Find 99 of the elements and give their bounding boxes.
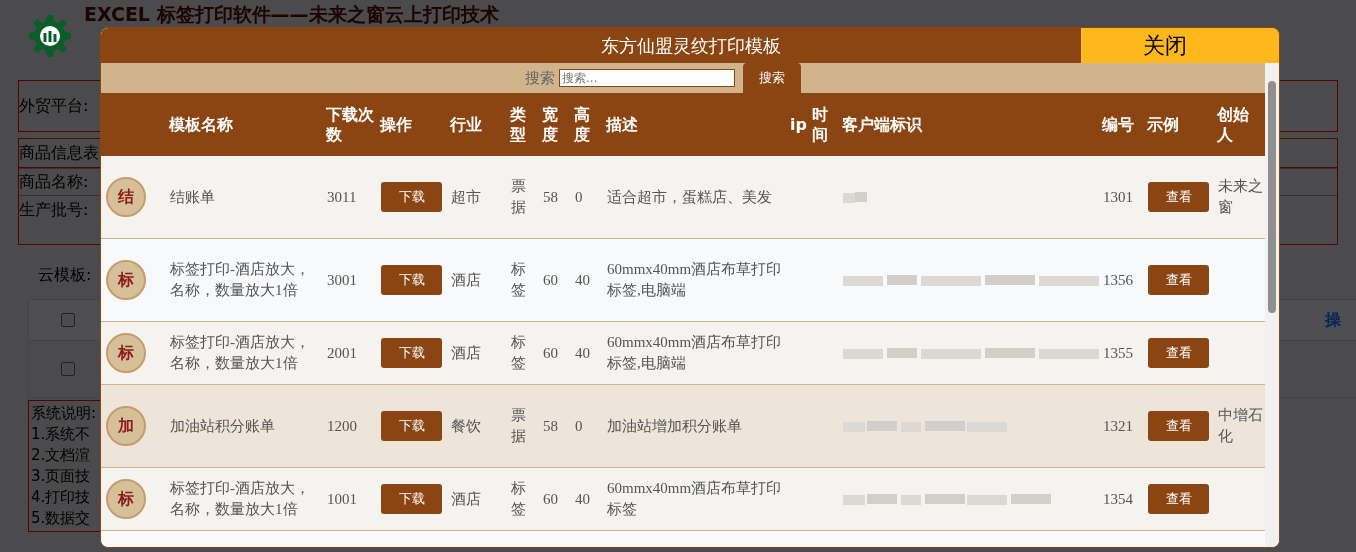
table-cell-text: 2001 (327, 343, 357, 363)
cloud-label: 云模板: (38, 265, 92, 286)
scrollbar-thumb[interactable] (1268, 81, 1276, 313)
table-cell-text: 40 (575, 489, 590, 509)
note-line: 2.文档渲 (31, 445, 91, 466)
table-cell-text: 60mmx40mm酒店布草打印标签,电脑端 (607, 333, 783, 373)
table-cell-text: 1354 (1103, 489, 1133, 509)
table-row[interactable]: 标 标签打印-酒店放大，名称，数量放大1倍 3001 下载 酒店 标签 60 40 60mmx40mm酒店布草打印标签,电脑端 1356 查看 (101, 238, 1265, 322)
column-header: 类型 (510, 104, 527, 145)
checkbox[interactable] (61, 362, 75, 376)
table-cell-text: 票据 (511, 177, 527, 217)
table-cell-text: 标签 (511, 260, 527, 300)
table-cell-text: 餐饮 (451, 416, 481, 436)
table-cell-text: 标签 (511, 333, 527, 373)
download-button[interactable]: 下载 (381, 338, 442, 368)
letter-badge: 结 (106, 177, 146, 217)
table-cell-text: 1355 (1103, 343, 1133, 363)
table-cell-text: 标签打印-酒店放大，名称，数量放大1倍 (170, 260, 311, 300)
scrollbar[interactable] (1265, 63, 1279, 547)
table-cell-text: 3011 (327, 187, 357, 207)
column-header: 操作 (380, 114, 412, 135)
column-header: 描述 (606, 114, 638, 135)
form-label: 外贸平台: (19, 95, 89, 117)
view-button[interactable]: 查看 (1148, 484, 1209, 514)
table-cell-text: 1356 (1103, 270, 1133, 290)
table-cell-text: 加油站增加积分账单 (607, 416, 742, 436)
column-header: 编号 (1102, 114, 1134, 135)
column-header: 宽度 (542, 104, 559, 145)
table-cell-text: 3001 (327, 270, 357, 290)
table-cell-text: 58 (543, 416, 558, 436)
table-cell-text: 结账单 (170, 187, 215, 207)
column-header: 时间 (812, 104, 829, 145)
download-button[interactable]: 下载 (381, 484, 442, 514)
search-label: 搜索 (525, 68, 555, 88)
table-cell-text: 酒店 (451, 270, 481, 290)
column-header: 创始人 (1217, 104, 1250, 145)
table-cell-text: 1001 (327, 489, 357, 509)
table-cell-text: 58 (543, 187, 558, 207)
column-header: 高度 (574, 104, 591, 145)
table-cell-text: 40 (575, 343, 590, 363)
table-cell-text: 超市 (451, 187, 481, 207)
table-cell-text: 酒店 (451, 343, 481, 363)
table-row[interactable]: 标 标签打印-酒店放大，名称，数量放大1倍 1001 下载 酒店 标签 60 40 60mmx40mm酒店布草打印标签 1354 查看 (101, 467, 1265, 531)
table-cell-text: 中增石化 (1218, 406, 1263, 446)
letter-badge: 标 (106, 479, 146, 519)
view-button[interactable]: 查看 (1148, 182, 1209, 212)
download-button[interactable]: 下载 (381, 182, 442, 212)
view-button[interactable]: 查看 (1148, 411, 1209, 441)
column-header: 客户端标识 (842, 114, 922, 135)
letter-badge: 标 (106, 333, 146, 373)
table-cell-text: 1321 (1103, 416, 1133, 436)
table-cell-text: 1200 (327, 416, 357, 436)
table-cell-text: 票据 (511, 406, 527, 446)
table-row[interactable]: 结 结账单 3011 下载 超市 票据 58 0 适合超市，蛋糕店、美发 1301 查看 未来之窗 (101, 156, 1265, 239)
table-cell-text: 加油站积分账单 (170, 416, 275, 436)
table-cell-text: 标签 (511, 479, 527, 519)
form-label: 生产批号: (19, 200, 89, 221)
search-button[interactable]: 搜索 (743, 63, 801, 93)
close-button[interactable]: 关闭 (1081, 28, 1279, 63)
table-cell-text: 0 (575, 416, 583, 436)
table-row[interactable]: 标 标签打印-酒店放大，名称，数量放大1倍 2001 下载 酒店 标签 60 40 60mmx40mm酒店布草打印标签,电脑端 1355 查看 (101, 321, 1265, 385)
form-label: 商品名称: (19, 171, 89, 193)
column-header: 模板名称 (169, 114, 233, 135)
note-line: 1.系统不 (31, 424, 91, 445)
download-button[interactable]: 下载 (381, 411, 442, 441)
note-line: 5.数据交 (31, 508, 91, 529)
table-cell-text: 标签打印-酒店放大，名称，数量放大1倍 (170, 479, 311, 519)
note-line: 3.页面技 (31, 466, 91, 487)
gear-logo-icon (28, 12, 72, 60)
table-cell-text: 未来之窗 (1218, 177, 1263, 217)
table-row[interactable]: 加 加油站积分账单 1200 下载 餐饮 票据 58 0 加油站增加积分账单 1321 查看 中增石化 (101, 384, 1265, 468)
note-line: 4.打印技 (31, 487, 91, 508)
column-header: 行业 (450, 114, 482, 135)
table-cell-text: 60 (543, 489, 558, 509)
table-cell-text: 60 (543, 270, 558, 290)
form-label: 商品信息表 (19, 142, 99, 164)
table-cell-text: 60mmx40mm酒店布草打印标签,电脑端 (607, 260, 783, 300)
column-header: 操 (1325, 309, 1341, 331)
search-field[interactable]: 搜索... (559, 69, 735, 87)
column-header: 示例 (1147, 114, 1179, 135)
table-cell-text: 60mmx40mm酒店布草打印标签 (607, 479, 783, 519)
checkbox[interactable] (61, 313, 75, 327)
table-cell-text: 0 (575, 187, 583, 207)
table-cell-text: 60 (543, 343, 558, 363)
site-title: EXCEL 标签打印软件——未来之窗云上打印技术 (84, 3, 499, 25)
letter-badge: 标 (106, 260, 146, 300)
table-cell-text: 1301 (1103, 187, 1133, 207)
letter-badge: 加 (106, 406, 146, 446)
download-button[interactable]: 下载 (381, 265, 442, 295)
table-cell-text: 标签打印-酒店放大，名称，数量放大1倍 (170, 333, 311, 373)
dialog-title: 东方仙盟灵纹打印模板 (600, 34, 782, 58)
note-line: 系统说明: (31, 403, 97, 424)
view-button[interactable]: 查看 (1148, 338, 1209, 368)
column-header: ip (790, 114, 807, 135)
column-header: 下载次数 (326, 104, 374, 145)
table-cell-text: 酒店 (451, 489, 481, 509)
table-cell-text: 适合超市，蛋糕店、美发 (607, 187, 772, 207)
view-button[interactable]: 查看 (1148, 265, 1209, 295)
table-cell-text: 40 (575, 270, 590, 290)
